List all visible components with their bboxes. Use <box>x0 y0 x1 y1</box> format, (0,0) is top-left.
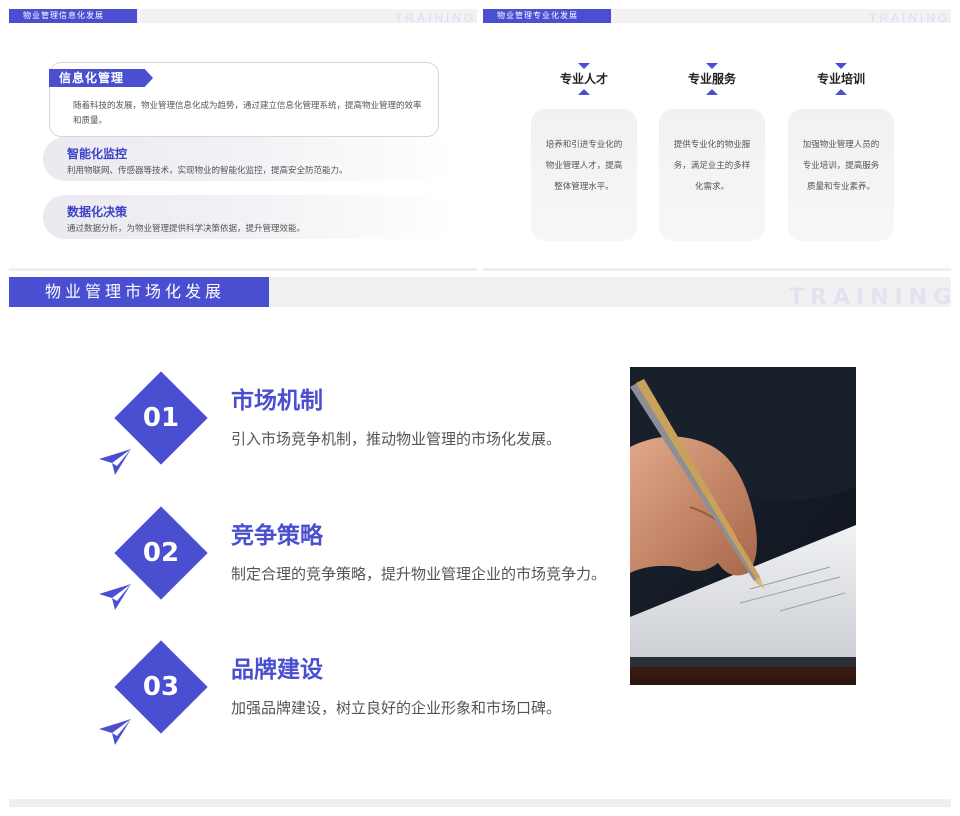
chevron-up-icon <box>578 89 590 95</box>
professional-talent-card: 培养和引进专业化的物业管理人才，提高整体管理水平。 <box>531 109 637 241</box>
chevron-up-icon <box>835 89 847 95</box>
professional-service-title: 专业服务 <box>687 72 736 86</box>
smart-monitoring-desc: 利用物联网、传感器等技术，实现物业的智能化监控，提高安全防范能力。 <box>67 166 348 176</box>
brand-building-title: 品牌建设 <box>231 657 323 683</box>
slide-header-title: 物业管理市场化发展 <box>9 277 269 307</box>
slide-header-title: 物业管理信息化发展 <box>9 9 137 23</box>
competition-strategy-desc: 制定合理的竞争策略，提升物业管理企业的市场竞争力。 <box>231 565 607 583</box>
step-number: 03 <box>142 672 180 702</box>
chevron-down-icon <box>706 63 718 69</box>
paper-plane-icon <box>99 584 131 610</box>
step-number: 02 <box>142 538 180 568</box>
footer-line <box>9 268 477 271</box>
step-number: 01 <box>142 403 180 433</box>
professional-training-desc: 加强物业管理人员的专业培训，提高服务质量和专业素养。 <box>802 140 880 192</box>
slide-info-development: 物业管理信息化发展 TRAINING 信息化管理 随着科技的发展，物业管理信息化… <box>9 9 477 271</box>
professional-service-desc: 提供专业化的物业服务，满足业主的多样化需求。 <box>673 140 751 192</box>
professional-service-card: 提供专业化的物业服务，满足业主的多样化需求。 <box>659 109 765 241</box>
info-management-title: 信息化管理 <box>49 69 153 87</box>
data-decision-title: 数据化决策 <box>67 205 128 219</box>
brand-building-desc: 加强品牌建设，树立良好的企业形象和市场口碑。 <box>231 699 562 717</box>
professional-training-title: 专业培训 <box>816 72 865 86</box>
chevron-down-icon <box>835 63 847 69</box>
footer-line <box>9 799 951 807</box>
hand-writing-photo <box>630 367 856 685</box>
data-decision-desc: 通过数据分析，为物业管理提供科学决策依据，提升管理效能。 <box>67 224 306 234</box>
professional-talent-desc: 培养和引进专业化的物业管理人才，提高整体管理水平。 <box>545 140 623 192</box>
slide-professional-development: 物业管理专业化发展 TRAINING 专业人才 培养和引进专业化的物业管理人才，… <box>483 9 951 271</box>
market-mechanism-title: 市场机制 <box>231 388 323 414</box>
training-watermark: TRAINING <box>395 11 477 25</box>
chevron-down-icon <box>578 63 590 69</box>
paper-plane-icon <box>99 449 131 475</box>
professional-training-card: 加强物业管理人员的专业培训，提高服务质量和专业素养。 <box>788 109 894 241</box>
professional-talent-title: 专业人才 <box>559 72 608 86</box>
training-watermark: TRAINING <box>869 11 951 25</box>
footer-line <box>483 268 951 271</box>
market-mechanism-desc: 引入市场竞争机制，推动物业管理的市场化发展。 <box>231 430 562 448</box>
info-management-desc: 随着科技的发展，物业管理信息化成为趋势，通过建立信息化管理系统，提高物业管理的效… <box>73 101 422 126</box>
smart-monitoring-title: 智能化监控 <box>67 147 128 161</box>
chevron-up-icon <box>706 89 718 95</box>
training-watermark: TRAINING <box>789 285 951 310</box>
competition-strategy-title: 竞争策略 <box>231 523 323 549</box>
slide-header-title: 物业管理专业化发展 <box>483 9 611 23</box>
paper-plane-icon <box>99 719 131 745</box>
slide-market-development: 物业管理市场化发展 TRAINING 01 市场机制 引入市场竞争机制，推动物业… <box>9 277 951 807</box>
